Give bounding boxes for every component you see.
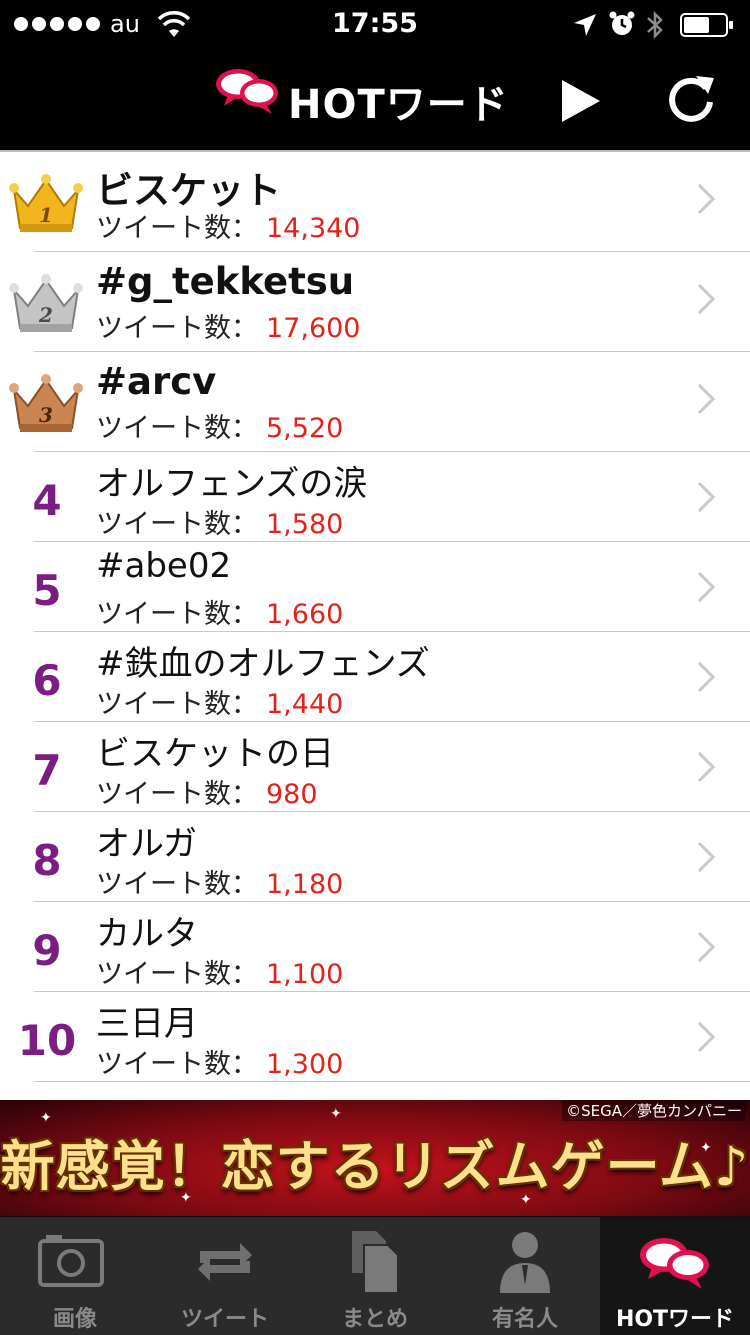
ranking-row-7[interactable]: 7 ビスケットの日 ツイート数： 980 — [0, 722, 750, 812]
rank-number: 8 — [32, 836, 62, 885]
rank-number: 4 — [32, 476, 62, 525]
tweet-count: ツイート数： 1,100 — [96, 959, 344, 990]
battery-icon — [680, 13, 733, 37]
ad-copyright: ©SEGA／夢色カンパニー — [562, 1100, 746, 1121]
chevron-right-icon — [697, 481, 716, 513]
hot-word: #abe02 — [96, 546, 232, 586]
camera-icon — [38, 1235, 104, 1287]
retweet-icon — [198, 1243, 252, 1281]
rank-number: 7 — [32, 746, 62, 795]
location-arrow-icon — [574, 14, 596, 36]
tab-label: HOTワード — [615, 1307, 735, 1332]
status-time: 17:55 — [332, 8, 418, 39]
speech-bubbles-icon — [640, 1238, 709, 1289]
tab-hot-words[interactable]: HOTワード — [600, 1217, 750, 1335]
ranking-row-6[interactable]: 6 #鉄血のオルフェンズ ツイート数： 1,440 — [0, 632, 750, 722]
svg-text:2: 2 — [38, 303, 53, 327]
ranking-row-9[interactable]: 9 カルタ ツイート数： 1,100 — [0, 902, 750, 992]
hot-word-ranking-list: 1 ビスケット ツイート数： 14,340 2 #g_tekketsu ツイート数… — [0, 152, 750, 1082]
tweet-count: ツイート数： 980 — [96, 779, 318, 810]
silver-crown-icon: 2 — [9, 274, 83, 332]
chevron-right-icon — [697, 183, 716, 215]
tab-label: 画像 — [52, 1307, 97, 1332]
sparkle-icon: ✦ — [330, 1106, 342, 1122]
chevron-right-icon — [697, 571, 716, 603]
hot-word: #g_tekketsu — [96, 260, 355, 303]
tab-label: まとめ — [341, 1307, 408, 1332]
page-title: HOTワード — [288, 82, 509, 128]
hot-word: オルガ — [96, 824, 197, 864]
tweet-count: ツイート数： 1,180 — [96, 869, 344, 900]
ranking-row-10[interactable]: 10 三日月 ツイート数： 1,300 — [0, 992, 750, 1082]
hot-word: #鉄血のオルフェンズ — [96, 644, 430, 684]
hot-word: オルフェンズの涙 — [96, 464, 368, 504]
status-bar: au 17:55 — [0, 0, 750, 50]
tab-summaries[interactable]: まとめ — [300, 1217, 450, 1335]
svg-text:3: 3 — [39, 403, 53, 427]
chevron-right-icon — [697, 661, 716, 693]
play-button[interactable] — [556, 76, 604, 126]
chevron-right-icon — [697, 841, 716, 873]
tweet-count: ツイート数： 1,440 — [96, 689, 344, 720]
alarm-icon — [609, 11, 635, 35]
chevron-right-icon — [697, 1021, 716, 1053]
svg-text:1: 1 — [39, 203, 53, 227]
tweet-count: ツイート数： 1,580 — [96, 509, 344, 540]
tweet-count: ツイート数： 1,300 — [96, 1049, 344, 1080]
chevron-right-icon — [697, 383, 716, 415]
ranking-row-1[interactable]: 1 ビスケット ツイート数： 14,340 — [0, 152, 750, 252]
hot-word: #arcv — [96, 360, 217, 403]
tweet-count: ツイート数： 17,600 — [96, 313, 361, 344]
tweet-count: ツイート数： 1,660 — [96, 599, 344, 630]
navigation-bar: HOTワード — [0, 50, 750, 152]
bluetooth-icon — [647, 10, 663, 40]
rank-number: 5 — [32, 566, 62, 615]
chevron-right-icon — [697, 751, 716, 783]
bronze-crown-icon: 3 — [9, 374, 83, 432]
rank-number: 6 — [32, 656, 62, 705]
ranking-row-4[interactable]: 4 オルフェンズの涙 ツイート数： 1,580 — [0, 452, 750, 542]
speech-bubbles-icon — [216, 69, 278, 114]
rank-number: 10 — [17, 1016, 77, 1065]
hot-word: ビスケットの日 — [96, 734, 334, 774]
ranking-row-2[interactable]: 2 #g_tekketsu ツイート数： 17,600 — [0, 252, 750, 352]
documents-icon — [352, 1231, 399, 1294]
ranking-row-8[interactable]: 8 オルガ ツイート数： 1,180 — [0, 812, 750, 902]
chevron-right-icon — [697, 931, 716, 963]
tweet-count: ツイート数： 5,520 — [96, 413, 344, 444]
tab-label: ツイート — [180, 1307, 269, 1332]
refresh-button[interactable] — [664, 72, 718, 126]
tab-tweets[interactable]: ツイート — [150, 1217, 300, 1335]
tab-label: 有名人 — [491, 1307, 558, 1332]
hot-word: 三日月 — [96, 1004, 198, 1044]
chevron-right-icon — [697, 283, 716, 315]
ad-headline: 新感覚！恋するリズムゲーム♪ — [0, 1135, 750, 1198]
tab-images[interactable]: 画像 — [0, 1217, 150, 1335]
tab-bar: 画像 ツイート まとめ 有名人 HOTワード — [0, 1216, 750, 1335]
ranking-row-5[interactable]: 5 #abe02 ツイート数： 1,660 — [0, 542, 750, 632]
tweet-count: ツイート数： 14,340 — [96, 213, 361, 244]
tab-celebrities[interactable]: 有名人 — [450, 1217, 600, 1335]
rank-number: 9 — [32, 926, 62, 975]
gold-crown-icon: 1 — [9, 174, 83, 232]
ranking-row-3[interactable]: 3 #arcv ツイート数： 5,520 — [0, 352, 750, 452]
ad-banner[interactable]: ✦ ✦ ✦ ✦ ✦ ©SEGA／夢色カンパニー 新感覚！恋するリズムゲーム♪ — [0, 1100, 750, 1216]
person-icon — [500, 1232, 550, 1293]
hot-word: カルタ — [96, 914, 198, 954]
